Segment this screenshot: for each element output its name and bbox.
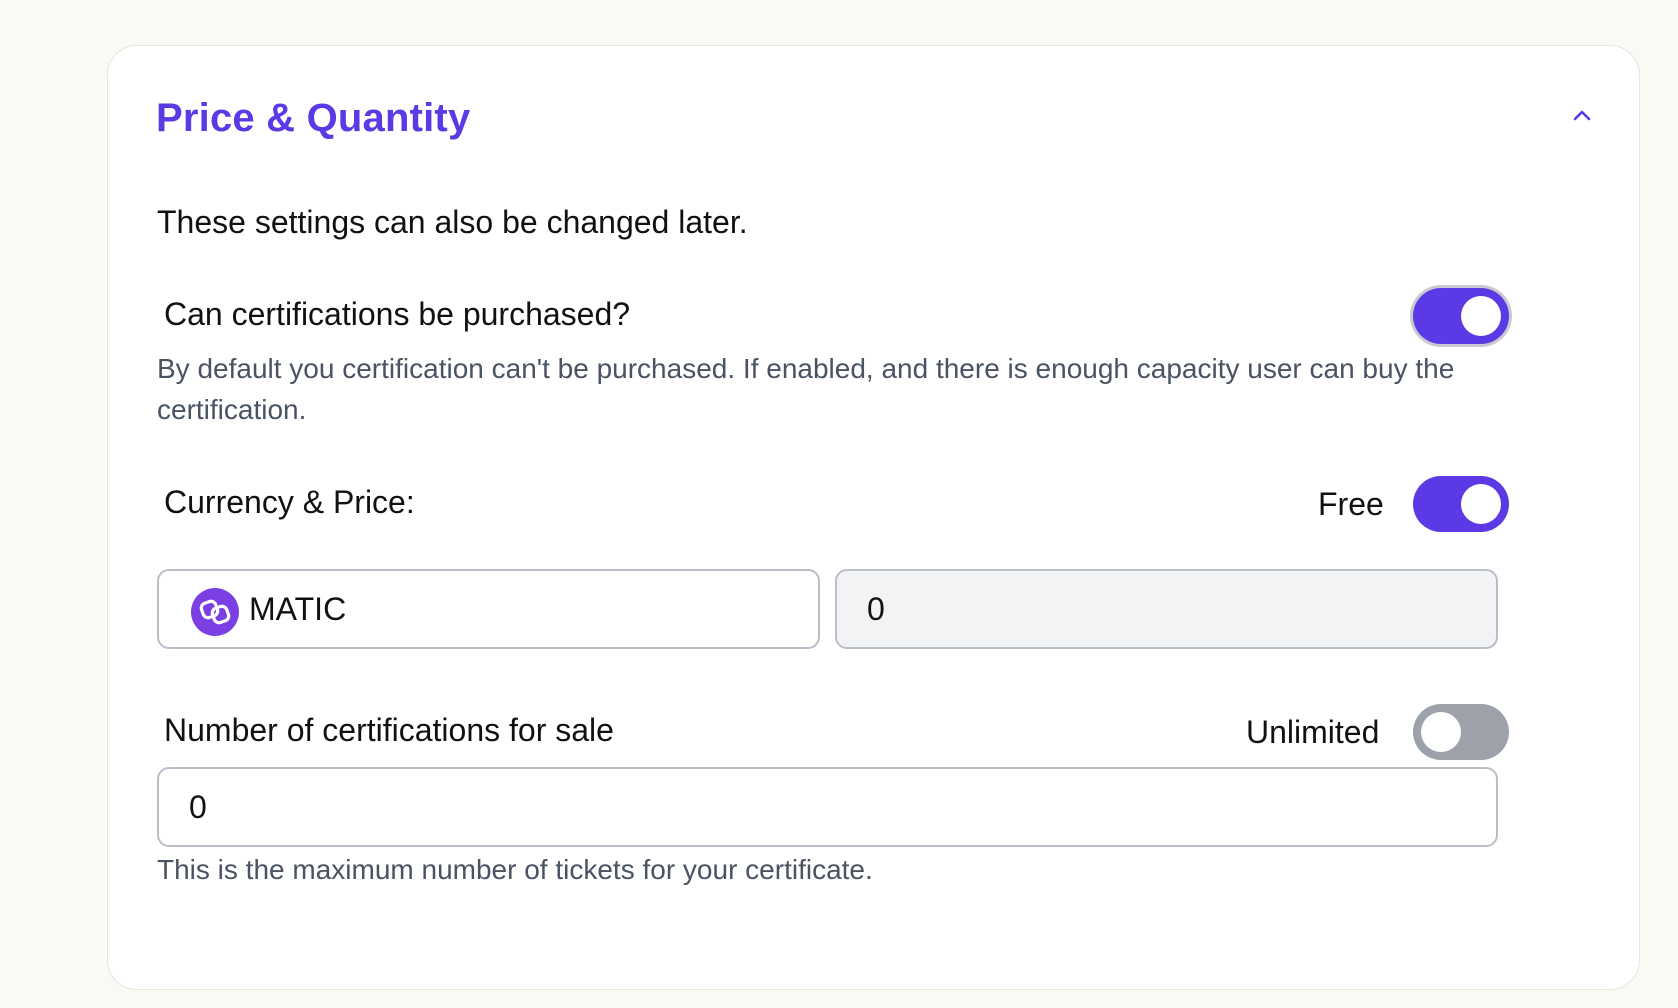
purchasable-helper: By default you certification can't be pu… — [157, 353, 1455, 425]
quantity-value: 0 — [189, 789, 207, 825]
currency-select[interactable]: MATIC — [157, 569, 820, 649]
toggle-knob — [1461, 296, 1501, 336]
toggle-knob — [1461, 484, 1501, 524]
matic-coin-icon — [191, 588, 239, 636]
free-toggle[interactable] — [1413, 476, 1509, 532]
toggle-knob — [1421, 712, 1461, 752]
quantity-label: Number of certifications for sale — [164, 712, 614, 748]
section-subtitle: These settings can also be changed later… — [157, 204, 748, 240]
price-value: 0 — [867, 591, 885, 627]
unlimited-label: Unlimited — [1246, 714, 1380, 750]
section-title: Price & Quantity — [156, 96, 471, 140]
price-quantity-card: Price & Quantity These settings can also… — [107, 45, 1640, 990]
free-label: Free — [1318, 486, 1384, 522]
quantity-helper: This is the maximum number of tickets fo… — [157, 854, 873, 885]
currency-value: MATIC — [249, 591, 347, 627]
price-input[interactable]: 0 — [835, 569, 1498, 649]
purchasable-label: Can certifications be purchased? — [164, 296, 631, 332]
currency-price-label: Currency & Price: — [164, 484, 415, 520]
quantity-input[interactable]: 0 — [157, 767, 1498, 847]
chevron-up-icon[interactable] — [1570, 104, 1594, 128]
unlimited-toggle[interactable] — [1413, 704, 1509, 760]
purchasable-toggle[interactable] — [1413, 288, 1509, 344]
